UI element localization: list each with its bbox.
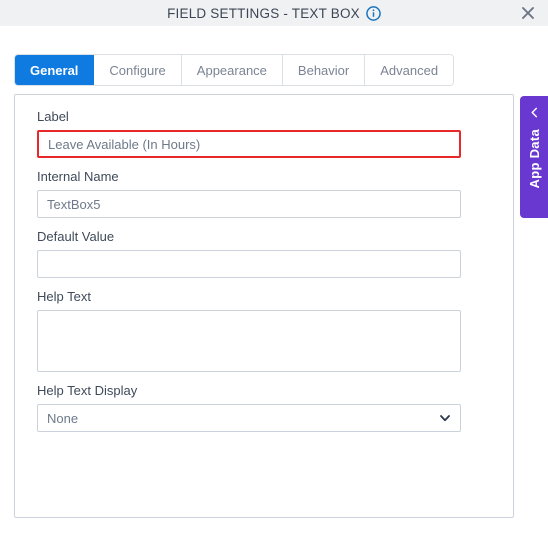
tab-configure[interactable]: Configure [94,55,182,85]
help-text-display-selected-value: None [47,410,79,426]
general-settings-form: Label Internal Name Default Value Help T… [15,95,513,432]
help-text-display-field-group: Help Text Display None [37,383,491,432]
default-value-field-caption: Default Value [37,229,115,244]
help-text-field-caption: Help Text [37,289,91,304]
internal-name-input[interactable] [37,190,461,218]
app-data-panel-toggle[interactable]: App Data [520,96,548,218]
internal-name-field-caption: Internal Name [37,169,119,184]
tab-general-label: General [30,62,79,78]
label-input[interactable] [37,130,461,158]
tab-behavior[interactable]: Behavior [282,55,366,85]
default-value-field-group: Default Value [37,229,491,278]
label-field-caption: Label [37,109,69,124]
settings-tab-bar: General Configure Appearance Behavior Ad… [14,54,455,86]
general-settings-panel: Label Internal Name Default Value Help T… [14,94,514,518]
dialog-title-wrap: FIELD SETTINGS - TEXT BOX [167,6,381,21]
internal-name-field-group: Internal Name [37,169,491,218]
help-text-display-select-wrap: None [37,404,461,432]
dialog-header: FIELD SETTINGS - TEXT BOX [0,0,548,26]
tab-behavior-label: Behavior [297,62,350,78]
help-text-display-select[interactable]: None [37,404,461,432]
page-title: FIELD SETTINGS - TEXT BOX [167,5,360,21]
tab-appearance[interactable]: Appearance [181,55,283,85]
label-field-group: Label [37,109,491,158]
tab-advanced-label: Advanced [380,62,439,78]
tab-appearance-label: Appearance [196,62,267,78]
chevron-left-icon [529,105,540,123]
tab-general[interactable]: General [15,55,95,85]
help-text-field-group: Help Text [37,289,491,372]
help-text-textarea[interactable] [37,310,461,372]
close-icon[interactable] [518,3,538,23]
help-text-display-field-caption: Help Text Display [37,383,138,398]
tab-advanced[interactable]: Advanced [365,55,454,85]
info-circle-icon[interactable] [366,5,381,21]
app-data-label: App Data [526,129,542,189]
tab-configure-label: Configure [109,62,166,78]
default-value-input[interactable] [37,250,461,278]
